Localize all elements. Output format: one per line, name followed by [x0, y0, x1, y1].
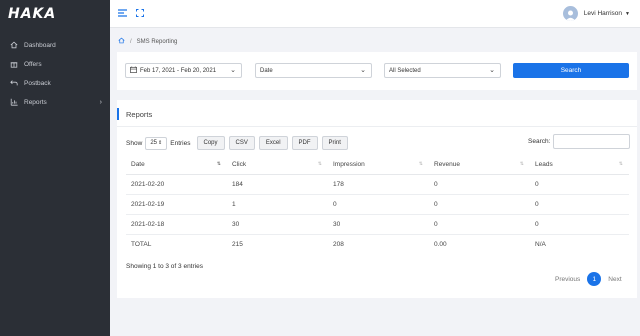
avatar	[562, 6, 578, 21]
total-revenue: 0.00	[434, 240, 447, 248]
selection-value: All Selected	[389, 67, 421, 74]
table-row: 2021-02-20 184 178 0 0	[126, 174, 629, 195]
cell-leads: 0	[530, 174, 629, 195]
report-card: Reports Show 25 ⇕ Entries Copy CSV Excel …	[117, 100, 637, 298]
app-logo: HAKA	[8, 6, 57, 22]
cell-click: 1	[227, 194, 328, 215]
table-info: Showing 1 to 3 of 3 entries	[126, 263, 203, 270]
report-title: Reports	[117, 108, 152, 120]
date-range-value: Feb 17, 2021 - Feb 20, 2021	[140, 67, 217, 74]
chevron-right-icon: ›	[99, 98, 102, 106]
user-menu[interactable]: Levi Harrison ▼	[562, 6, 630, 21]
total-click: 215	[232, 240, 243, 248]
sidebar-item-dashboard[interactable]: Dashboard	[0, 36, 110, 54]
sort-arrows-icon: ⇕	[158, 140, 163, 146]
search-button[interactable]: Search	[513, 63, 629, 78]
chevron-down-icon: ⌄	[489, 67, 495, 74]
sidebar-item-reports[interactable]: Reports ›	[0, 93, 110, 111]
menu-toggle-icon[interactable]	[118, 9, 127, 19]
cell-date: 2021-02-18	[126, 214, 227, 235]
cell-click: 30	[227, 214, 328, 235]
total-row: TOTAL 215 208 0.00 N/A	[126, 234, 629, 254]
copy-button[interactable]: Copy	[196, 136, 225, 150]
pdf-button[interactable]: PDF	[291, 136, 318, 150]
table-search-label: Search:	[528, 138, 551, 145]
top-bar: Levi Harrison ▼	[110, 0, 640, 28]
breadcrumb: / SMS Reporting	[118, 37, 177, 46]
gift-icon	[9, 59, 19, 69]
undo-icon	[9, 78, 19, 88]
calendar-icon	[130, 66, 137, 75]
cell-impression: 30	[328, 214, 429, 235]
total-leads: N/A	[535, 240, 546, 248]
page-1-button[interactable]: 1	[587, 272, 602, 286]
cell-revenue: 0	[429, 174, 530, 195]
table-row: 2021-02-19 1 0 0 0	[126, 194, 629, 215]
user-name: Levi Harrison	[583, 10, 623, 17]
chart-icon	[9, 97, 19, 107]
fullscreen-icon[interactable]	[136, 9, 144, 19]
previous-button[interactable]: Previous	[555, 276, 580, 283]
breadcrumb-separator: /	[130, 38, 132, 45]
sort-icon: ⇅	[418, 161, 423, 167]
print-button[interactable]: Print	[321, 136, 348, 150]
sidebar-item-label: Dashboard	[24, 41, 56, 49]
group-by-value: Date	[260, 67, 273, 74]
selection-select[interactable]: All Selected ⌄	[384, 63, 501, 78]
cell-revenue: 0	[429, 214, 530, 235]
excel-button[interactable]: Excel	[258, 136, 288, 150]
home-icon	[9, 40, 19, 50]
show-label: Show	[126, 139, 143, 147]
cell-date: 2021-02-19	[126, 194, 227, 215]
chevron-down-icon: ⌄	[360, 67, 366, 74]
column-header-revenue[interactable]: Revenue ⇅	[429, 155, 530, 175]
next-button[interactable]: Next	[608, 276, 621, 283]
cell-leads: 0	[530, 194, 629, 215]
table-controls: Show 25 ⇕ Entries Copy CSV Excel PDF Prin…	[126, 136, 348, 150]
filter-card: Feb 17, 2021 - Feb 20, 2021 ⌄ Date ⌄ All…	[117, 52, 637, 90]
cell-leads: 0	[530, 214, 629, 235]
table-search-input[interactable]	[553, 134, 630, 149]
sidebar-item-label: Reports	[24, 98, 47, 106]
cell-revenue: 0	[429, 194, 530, 215]
home-icon[interactable]	[118, 37, 125, 46]
sort-icon: ⇅	[317, 161, 322, 167]
date-range-picker[interactable]: Feb 17, 2021 - Feb 20, 2021 ⌄	[125, 63, 242, 78]
report-table: Date ⇅ Click ⇅ Impression ⇅ Revenue ⇅ Leads ⇅…	[126, 155, 629, 254]
cell-click: 184	[227, 174, 328, 195]
sidebar-item-label: Offers	[24, 60, 42, 68]
csv-button[interactable]: CSV	[228, 136, 255, 150]
divider	[117, 126, 637, 127]
caret-down-icon: ▼	[625, 10, 630, 17]
sort-icon: ⇅	[519, 161, 524, 167]
sidebar-item-label: Postback	[24, 79, 51, 87]
cell-date: 2021-02-20	[126, 174, 227, 195]
total-label: TOTAL	[131, 240, 152, 248]
breadcrumb-current: SMS Reporting	[136, 38, 178, 45]
table-header-row: Date ⇅ Click ⇅ Impression ⇅ Revenue ⇅ Leads ⇅	[126, 155, 629, 175]
sidebar-item-postback[interactable]: Postback	[0, 74, 110, 92]
column-header-date[interactable]: Date ⇅	[126, 155, 227, 175]
group-by-select[interactable]: Date ⌄	[255, 63, 372, 78]
sort-icon: ⇅	[216, 161, 221, 167]
pagination: Previous 1 Next	[555, 272, 622, 286]
sidebar-item-offers[interactable]: Offers	[0, 55, 110, 73]
column-header-impression[interactable]: Impression ⇅	[328, 155, 429, 175]
entries-select[interactable]: 25 ⇕	[145, 136, 168, 150]
column-header-click[interactable]: Click ⇅	[227, 155, 328, 175]
cell-impression: 178	[328, 174, 429, 195]
sidebar: HAKA Dashboard Offers Postback Reports ›	[0, 0, 110, 336]
entries-label: Entries	[170, 139, 191, 147]
table-row: 2021-02-18 30 30 0 0	[126, 214, 629, 235]
cell-impression: 0	[328, 194, 429, 215]
column-header-leads[interactable]: Leads ⇅	[530, 155, 629, 175]
total-impression: 208	[333, 240, 344, 248]
chevron-down-icon: ⌄	[230, 67, 236, 74]
sort-icon: ⇅	[618, 161, 623, 167]
